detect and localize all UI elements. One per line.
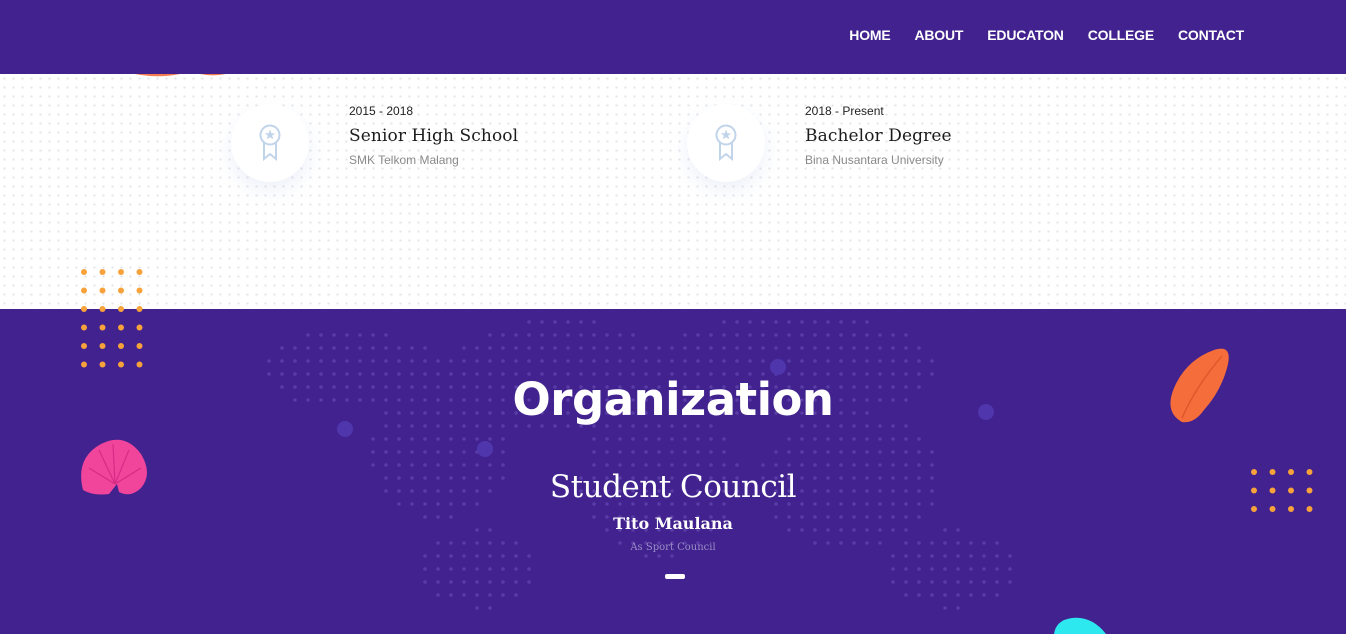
orange-leaf-shape (1170, 348, 1229, 423)
main-nav: HOME ABOUT EDUCATON COLLEGE CONTACT (849, 27, 1244, 43)
education-school: SMK Telkom Malang (349, 153, 459, 167)
organization-person: Tito Maulana (613, 514, 733, 533)
orange-dot-grid-decoration (1251, 469, 1313, 512)
organization-section: Organization Student Council Tito Maulan… (0, 309, 1346, 634)
nav-contact[interactable]: CONTACT (1178, 27, 1244, 43)
cyan-blob-shape (1054, 617, 1106, 634)
education-text: 2015 - 2018 Senior High School SMK Telko… (349, 104, 518, 167)
slider-indicator[interactable] (665, 574, 685, 579)
education-years: 2015 - 2018 (349, 104, 414, 118)
education-title: Bachelor Degree (805, 126, 952, 146)
nav-education[interactable]: EDUCATON (987, 27, 1064, 43)
nav-college[interactable]: COLLEGE (1088, 27, 1154, 43)
pink-blob-shape (81, 439, 147, 495)
education-years: 2018 - Present (805, 104, 884, 118)
organization-name: Student Council (549, 469, 797, 505)
organization-heading: Organization (512, 373, 834, 426)
award-ribbon-icon (687, 104, 765, 182)
education-title: Senior High School (349, 126, 519, 146)
award-ribbon-icon (231, 104, 309, 182)
nav-about[interactable]: ABOUT (914, 27, 963, 43)
education-school: Bina Nusantara University (805, 153, 944, 167)
site-header: HOME ABOUT EDUCATON COLLEGE CONTACT (0, 0, 1346, 74)
education-section: 2015 - 2018 Senior High School SMK Telko… (0, 74, 1346, 309)
education-text: 2018 - Present Bachelor Degree Bina Nusa… (805, 104, 952, 167)
organization-role: As Sport Council (630, 542, 716, 553)
nav-home[interactable]: HOME (849, 27, 890, 43)
orange-dot-grid-decoration (81, 269, 143, 368)
